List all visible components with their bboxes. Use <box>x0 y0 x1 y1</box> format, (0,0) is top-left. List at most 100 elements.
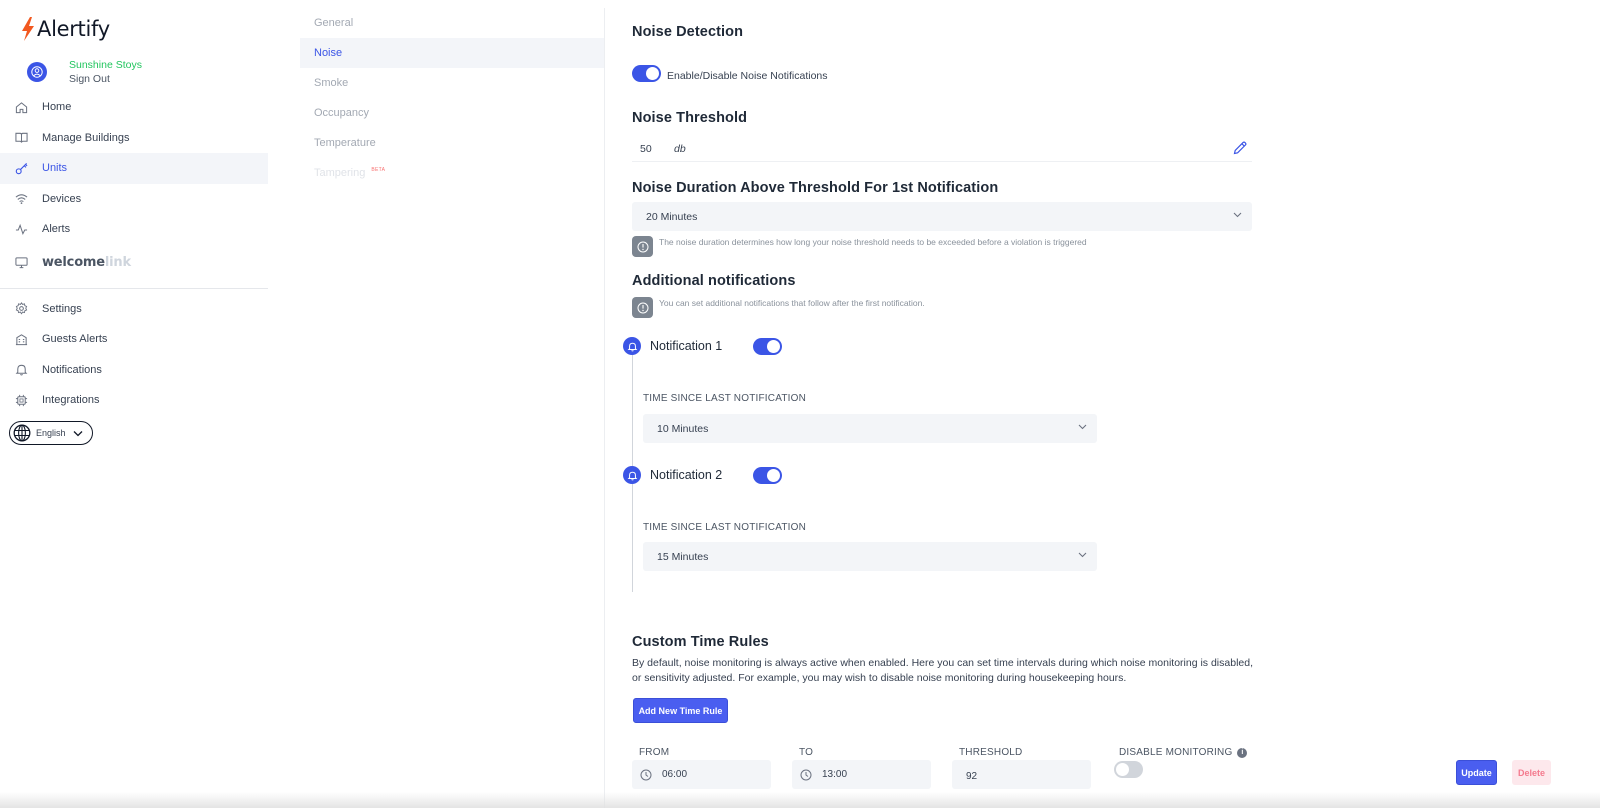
main-nav: Home Manage Buildings Units Devices Aler… <box>0 92 268 416</box>
notification-2-toggle[interactable] <box>753 466 782 484</box>
monitor-icon <box>15 256 28 268</box>
nav-item-devices[interactable]: Devices <box>0 184 268 215</box>
noise-duration-value: 20 Minutes <box>646 210 698 223</box>
language-selector[interactable]: English <box>9 421 93 445</box>
noise-duration-info-text: The noise duration determines how long y… <box>659 237 1087 247</box>
noise-threshold-title: Noise Threshold <box>632 110 748 126</box>
noise-notifications-toggle-row: Enable/Disable Noise Notifications <box>632 64 828 82</box>
clock-icon <box>640 769 652 780</box>
additional-notifications-info-text: You can set additional notifications tha… <box>659 298 925 308</box>
subnav-item-tampering: Tampering BETA <box>300 158 604 188</box>
nav-label-notifications: Notifications <box>42 363 102 376</box>
noise-settings-panel: Noise Detection Enable/Disable Noise Not… <box>623 0 1600 808</box>
clock-icon <box>800 769 812 780</box>
nav-item-manage-buildings[interactable]: Manage Buildings <box>0 123 268 154</box>
subnav-item-noise[interactable]: Noise <box>300 38 604 68</box>
nav-item-notifications[interactable]: Notifications <box>0 355 268 386</box>
beta-badge: BETA <box>371 167 386 173</box>
nav-label-settings: Settings <box>42 302 82 315</box>
noise-threshold-value: 50 <box>640 142 652 155</box>
notification-2-caption: TIME SINCE LAST NOTIFICATION <box>643 522 807 533</box>
notification-1-caption: TIME SINCE LAST NOTIFICATION <box>643 393 807 404</box>
notification-2-select[interactable]: 15 Minutes <box>643 542 1097 571</box>
notification-2-value: 15 Minutes <box>657 550 709 563</box>
building-icon <box>15 334 28 345</box>
to-time-value: 13:00 <box>822 769 848 780</box>
threshold-column-label: THRESHOLD <box>959 747 1023 758</box>
nav-item-integrations[interactable]: Integrations <box>0 385 268 416</box>
custom-time-rules-title: Custom Time Rules <box>632 634 769 650</box>
app-logo[interactable]: Alertify <box>21 17 110 41</box>
nav-label-home: Home <box>42 101 72 114</box>
user-avatar-icon[interactable] <box>27 62 47 82</box>
nav-item-alerts[interactable]: Alerts <box>0 214 268 245</box>
chevron-down-icon <box>1233 212 1242 218</box>
noise-notifications-toggle-label: Enable/Disable Noise Notifications <box>667 70 828 82</box>
gear-icon <box>15 302 28 315</box>
bell-icon <box>623 337 641 355</box>
notification-1-row: Notification 1 <box>623 337 782 355</box>
nav-label-alerts: Alerts <box>42 223 71 236</box>
welcomelink-logo: welcomelink <box>42 254 131 270</box>
globe-icon <box>13 424 31 442</box>
nav-label-devices: Devices <box>42 192 82 205</box>
from-time-value: 06:00 <box>662 769 688 780</box>
update-button[interactable]: Update <box>1456 760 1497 785</box>
activity-icon <box>15 223 28 235</box>
noise-threshold-field: 50 db <box>632 136 1252 162</box>
subnav-item-temperature[interactable]: Temperature <box>300 128 604 158</box>
sidebar: Alertify Sunshine Stoys Sign Out Home Ma… <box>0 0 268 808</box>
nav-item-welcomelink[interactable]: welcomelink <box>0 245 268 280</box>
notification-1-toggle[interactable] <box>753 337 782 355</box>
nav-item-settings[interactable]: Settings <box>0 294 268 325</box>
subnav-item-occupancy[interactable]: Occupancy <box>300 98 604 128</box>
settings-subnav: General Noise Smoke Occupancy Temperatur… <box>300 8 604 188</box>
info-icon[interactable]: i <box>1237 747 1248 758</box>
noise-duration-select[interactable]: 20 Minutes <box>632 202 1252 231</box>
subnav-item-smoke[interactable]: Smoke <box>300 68 604 98</box>
notification-1-value: 10 Minutes <box>657 422 709 435</box>
noise-notifications-toggle[interactable] <box>632 64 661 82</box>
noise-duration-info: The noise duration determines how long y… <box>632 236 1087 257</box>
panel-divider <box>604 8 605 808</box>
additional-notifications-info: You can set additional notifications tha… <box>632 297 925 318</box>
language-label: English <box>36 428 66 438</box>
disable-monitoring-toggle[interactable] <box>1114 761 1143 778</box>
delete-button[interactable]: Delete <box>1512 760 1551 785</box>
custom-time-rules-description: By default, noise monitoring is always a… <box>632 657 1253 684</box>
to-column-label: TO <box>799 747 814 758</box>
bell-icon <box>623 466 641 484</box>
user-name: Sunshine Stoys <box>69 59 142 71</box>
nav-label-guests-alerts: Guests Alerts <box>42 333 108 346</box>
notification-2-row: Notification 2 <box>623 466 782 484</box>
nav-item-home[interactable]: Home <box>0 92 268 123</box>
lightning-icon <box>22 17 34 41</box>
from-time-input[interactable]: 06:00 <box>632 760 771 789</box>
subnav-label-tampering: Tampering <box>314 167 366 179</box>
nav-item-guests-alerts[interactable]: Guests Alerts <box>0 324 268 355</box>
nav-label-integrations: Integrations <box>42 394 100 407</box>
home-icon <box>15 101 28 113</box>
edit-pencil-icon[interactable] <box>1232 140 1248 156</box>
bell-icon <box>15 365 28 376</box>
add-time-rule-button[interactable]: Add New Time Rule <box>633 698 728 723</box>
nav-divider <box>0 287 268 289</box>
nav-item-units[interactable]: Units <box>0 153 268 184</box>
user-block: Sunshine Stoys Sign Out <box>27 58 142 86</box>
info-icon <box>632 297 653 318</box>
threshold-input[interactable]: 92 <box>952 760 1091 789</box>
subnav-item-general[interactable]: General <box>300 8 604 38</box>
disable-monitoring-column-label: DISABLE MONITORING i <box>1119 747 1248 758</box>
sign-out-link[interactable]: Sign Out <box>69 72 142 86</box>
nav-label-units: Units <box>42 162 68 175</box>
noise-threshold-unit: db <box>674 142 686 155</box>
to-time-input[interactable]: 13:00 <box>792 760 931 789</box>
key-icon <box>15 162 28 175</box>
chevron-down-icon <box>1078 552 1087 558</box>
info-icon <box>632 236 653 257</box>
additional-notifications-title: Additional notifications <box>632 273 796 289</box>
notification-1-select[interactable]: 10 Minutes <box>643 414 1097 443</box>
nav-label-manage-buildings: Manage Buildings <box>42 131 130 144</box>
app-name: Alertify <box>37 17 110 41</box>
from-column-label: FROM <box>639 747 670 758</box>
